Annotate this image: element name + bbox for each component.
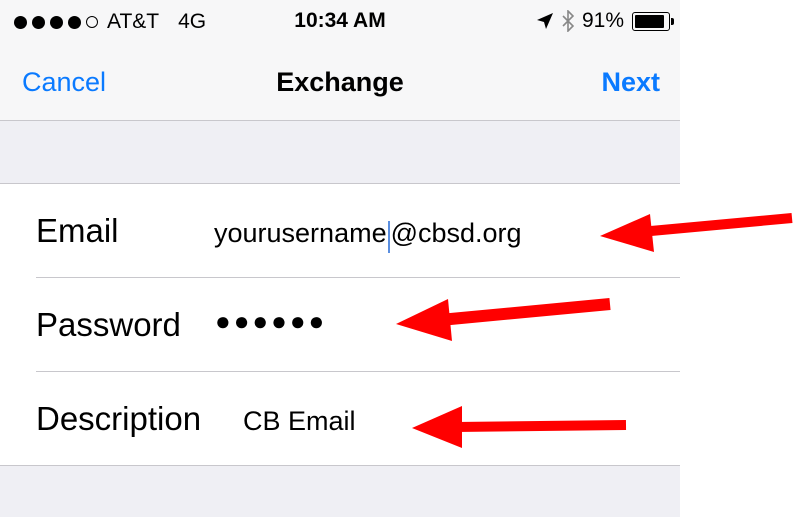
page-title: Exchange: [276, 67, 404, 97]
email-row[interactable]: Email yourusername @cbsd.org: [0, 184, 680, 277]
email-text-before-cursor: yourusername: [214, 218, 387, 248]
text-cursor: [387, 220, 390, 253]
email-label: Email: [36, 212, 119, 249]
password-field[interactable]: ●●●●●●: [215, 306, 327, 337]
battery-cap: [671, 17, 674, 25]
description-label: Description: [36, 400, 202, 437]
battery-percent: 91%: [581, 9, 624, 32]
top-bar: AT&T 4G 10:34 AM 91% Cancel Exchange Nex…: [0, 0, 680, 121]
password-row[interactable]: Password ●●●●●●: [0, 278, 680, 371]
email-text-after-cursor: @cbsd.org: [390, 218, 522, 248]
description-field[interactable]: CB Email: [243, 406, 356, 437]
description-row[interactable]: Description CB Email: [0, 372, 680, 465]
battery-fill: [635, 14, 665, 28]
password-label: Password: [36, 306, 181, 343]
account-form: Email yourusername @cbsd.org Password ●●●…: [0, 183, 680, 466]
location-arrow-icon: [536, 13, 553, 29]
status-bar: AT&T 4G 10:34 AM 91%: [0, 0, 680, 48]
next-button[interactable]: Next: [601, 67, 660, 98]
bluetooth-icon: [562, 10, 574, 32]
email-field[interactable]: yourusername @cbsd.org: [214, 218, 522, 253]
navigation-bar: Cancel Exchange Next: [0, 48, 680, 120]
status-right: 91%: [536, 9, 674, 33]
battery-icon: [632, 11, 674, 31]
phone-screen: AT&T 4G 10:34 AM 91% Cancel Exchange Nex…: [0, 0, 680, 517]
